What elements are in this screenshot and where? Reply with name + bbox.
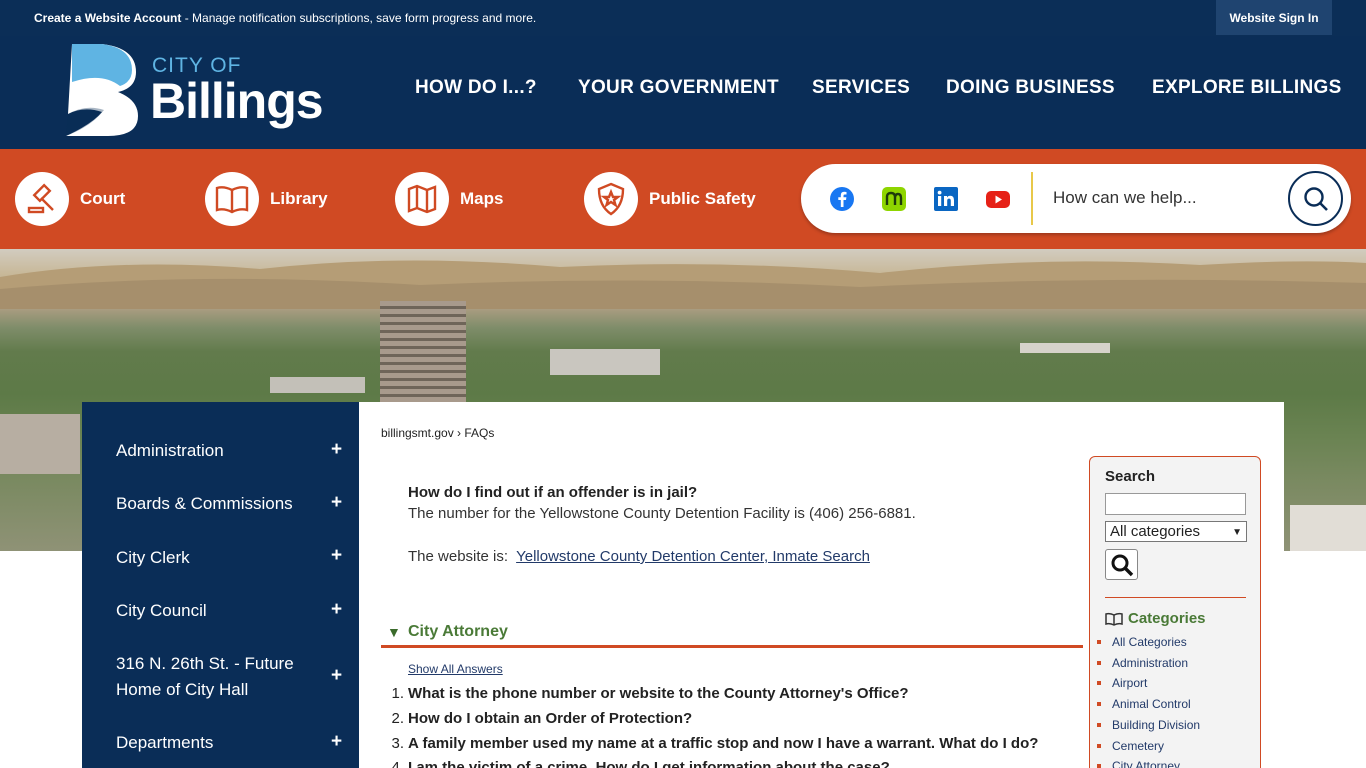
- top-utility-bar: Create a Website Account - Manage notifi…: [0, 0, 1366, 36]
- rimrocks-hills: [0, 260, 1366, 309]
- list-item-number: 4.: [391, 759, 404, 768]
- faq-answer-website-prefix: The website is:: [408, 548, 517, 565]
- book-icon: [205, 172, 259, 226]
- expand-city-clerk-icon[interactable]: +: [331, 545, 342, 567]
- sidebar-item-city-council[interactable]: City Council: [116, 598, 306, 624]
- faq-search-label: Search: [1105, 468, 1156, 485]
- sidebar-nav: Administration + Boards & Commissions + …: [82, 402, 359, 768]
- quick-link-maps[interactable]: Maps: [395, 171, 503, 227]
- category-link-administration[interactable]: Administration: [1096, 656, 1188, 670]
- sidebar-item-boards-commissions[interactable]: Boards & Commissions: [116, 491, 306, 517]
- list-item-number: 3.: [391, 735, 404, 752]
- faq-question-link[interactable]: I am the victim of a crime. How do I get…: [408, 759, 890, 768]
- faq-answer-website: The website is: Yellowstone County Deten…: [408, 548, 870, 565]
- sidebar-item-departments[interactable]: Departments: [116, 730, 306, 756]
- hero-building: [1290, 505, 1366, 551]
- search-icon: [1303, 186, 1328, 211]
- collapse-triangle-icon[interactable]: ▼: [387, 624, 401, 640]
- categories-header: Categories: [1105, 610, 1206, 627]
- category-select[interactable]: All categories ▼: [1105, 521, 1247, 542]
- logo-billings: Billings: [150, 73, 324, 129]
- hero-building: [0, 414, 80, 474]
- list-item-number: 1.: [391, 685, 404, 702]
- city-logo[interactable]: CITY OF Billings: [62, 42, 332, 142]
- search-icon: [1111, 554, 1133, 576]
- category-title: City Attorney: [408, 623, 508, 640]
- hero-building: [1020, 343, 1110, 353]
- hero-building: [270, 377, 365, 393]
- list-item-number: 2.: [391, 710, 404, 727]
- youtube-icon[interactable]: [985, 186, 1011, 212]
- nav-your-government[interactable]: YOUR GOVERNMENT: [578, 77, 779, 99]
- panel-divider: [1105, 597, 1246, 598]
- facebook-icon[interactable]: [829, 186, 855, 212]
- expand-departments-icon[interactable]: +: [331, 731, 342, 753]
- quick-link-public-safety-label: Public Safety: [649, 189, 756, 208]
- category-link-airport[interactable]: Airport: [1096, 676, 1147, 690]
- expand-city-council-icon[interactable]: +: [331, 599, 342, 621]
- category-header-city-attorney[interactable]: ▼ City Attorney: [381, 622, 1083, 648]
- faq-search-button[interactable]: [1105, 549, 1138, 580]
- breadcrumb: billingsmt.gov › FAQs: [381, 426, 494, 440]
- breadcrumb-separator: ›: [453, 426, 465, 440]
- faq-answer-phone: The number for the Yellowstone County De…: [408, 505, 916, 522]
- faq-search-input[interactable]: [1105, 493, 1246, 515]
- quick-link-maps-label: Maps: [460, 189, 504, 208]
- site-search-button[interactable]: [1288, 171, 1343, 226]
- expand-future-city-hall-icon[interactable]: +: [331, 665, 342, 687]
- faq-question-title: How do I find out if an offender is in j…: [408, 484, 698, 501]
- gavel-icon: [15, 172, 69, 226]
- nav-doing-business[interactable]: DOING BUSINESS: [946, 77, 1115, 99]
- quick-link-library[interactable]: Library: [205, 171, 328, 227]
- faq-question-link[interactable]: What is the phone number or website to t…: [408, 685, 909, 702]
- create-account-title[interactable]: Create a Website Account: [34, 11, 181, 25]
- expand-administration-icon[interactable]: +: [331, 439, 342, 461]
- search-divider: [1031, 172, 1033, 225]
- book-icon: [1105, 612, 1123, 626]
- quick-link-court[interactable]: Court: [15, 171, 125, 227]
- nav-how-do-i[interactable]: HOW DO I...?: [415, 77, 537, 99]
- category-select-value: All categories: [1110, 523, 1201, 540]
- show-all-answers-link[interactable]: Show All Answers: [408, 662, 503, 676]
- hero-building: [550, 349, 660, 375]
- sidebar-item-city-clerk[interactable]: City Clerk: [116, 545, 306, 571]
- categories-title: Categories: [1128, 610, 1206, 627]
- inmate-search-link[interactable]: Yellowstone County Detention Center, Inm…: [516, 548, 870, 565]
- quick-link-public-safety[interactable]: Public Safety: [584, 171, 756, 227]
- nextdoor-icon[interactable]: [881, 186, 907, 212]
- breadcrumb-home[interactable]: billingsmt.gov: [381, 426, 454, 440]
- badge-icon: [584, 172, 638, 226]
- site-search-bar: How can we help...: [801, 164, 1351, 233]
- category-link-building-division[interactable]: Building Division: [1096, 718, 1200, 732]
- sidebar-item-administration[interactable]: Administration: [116, 438, 306, 464]
- category-link-cemetery[interactable]: Cemetery: [1096, 739, 1164, 753]
- expand-boards-icon[interactable]: +: [331, 492, 342, 514]
- breadcrumb-current: FAQs: [464, 426, 495, 440]
- faq-question-link[interactable]: A family member used my name at a traffi…: [408, 735, 1038, 752]
- quick-link-court-label: Court: [80, 189, 126, 208]
- site-header: CITY OF Billings HOW DO I...? YOUR GOVER…: [0, 36, 1366, 149]
- chevron-down-icon: ▼: [1232, 527, 1242, 538]
- category-link-animal-control[interactable]: Animal Control: [1097, 697, 1191, 711]
- nav-services[interactable]: SERVICES: [812, 77, 910, 99]
- category-link-city-attorney[interactable]: City Attorney: [1096, 759, 1180, 768]
- faq-search-panel: Search All categories ▼ Categories All C…: [1089, 456, 1261, 768]
- category-link-all[interactable]: All Categories: [1097, 635, 1187, 649]
- faq-question-link[interactable]: How do I obtain an Order of Protection?: [408, 710, 692, 727]
- billings-mark-icon: [66, 44, 138, 136]
- website-sign-in-button[interactable]: Website Sign In: [1216, 0, 1332, 35]
- sidebar-item-future-city-hall[interactable]: 316 N. 26th St. - Future Home of City Ha…: [116, 651, 306, 703]
- site-search-input[interactable]: How can we help...: [1053, 188, 1197, 208]
- linkedin-icon[interactable]: [933, 186, 959, 212]
- create-account-link[interactable]: Create a Website Account - Manage notifi…: [34, 11, 536, 25]
- quick-link-library-label: Library: [270, 189, 328, 208]
- nav-explore-billings[interactable]: EXPLORE BILLINGS: [1152, 77, 1342, 99]
- map-icon: [395, 172, 449, 226]
- create-account-desc: - Manage notification subscriptions, sav…: [181, 11, 537, 25]
